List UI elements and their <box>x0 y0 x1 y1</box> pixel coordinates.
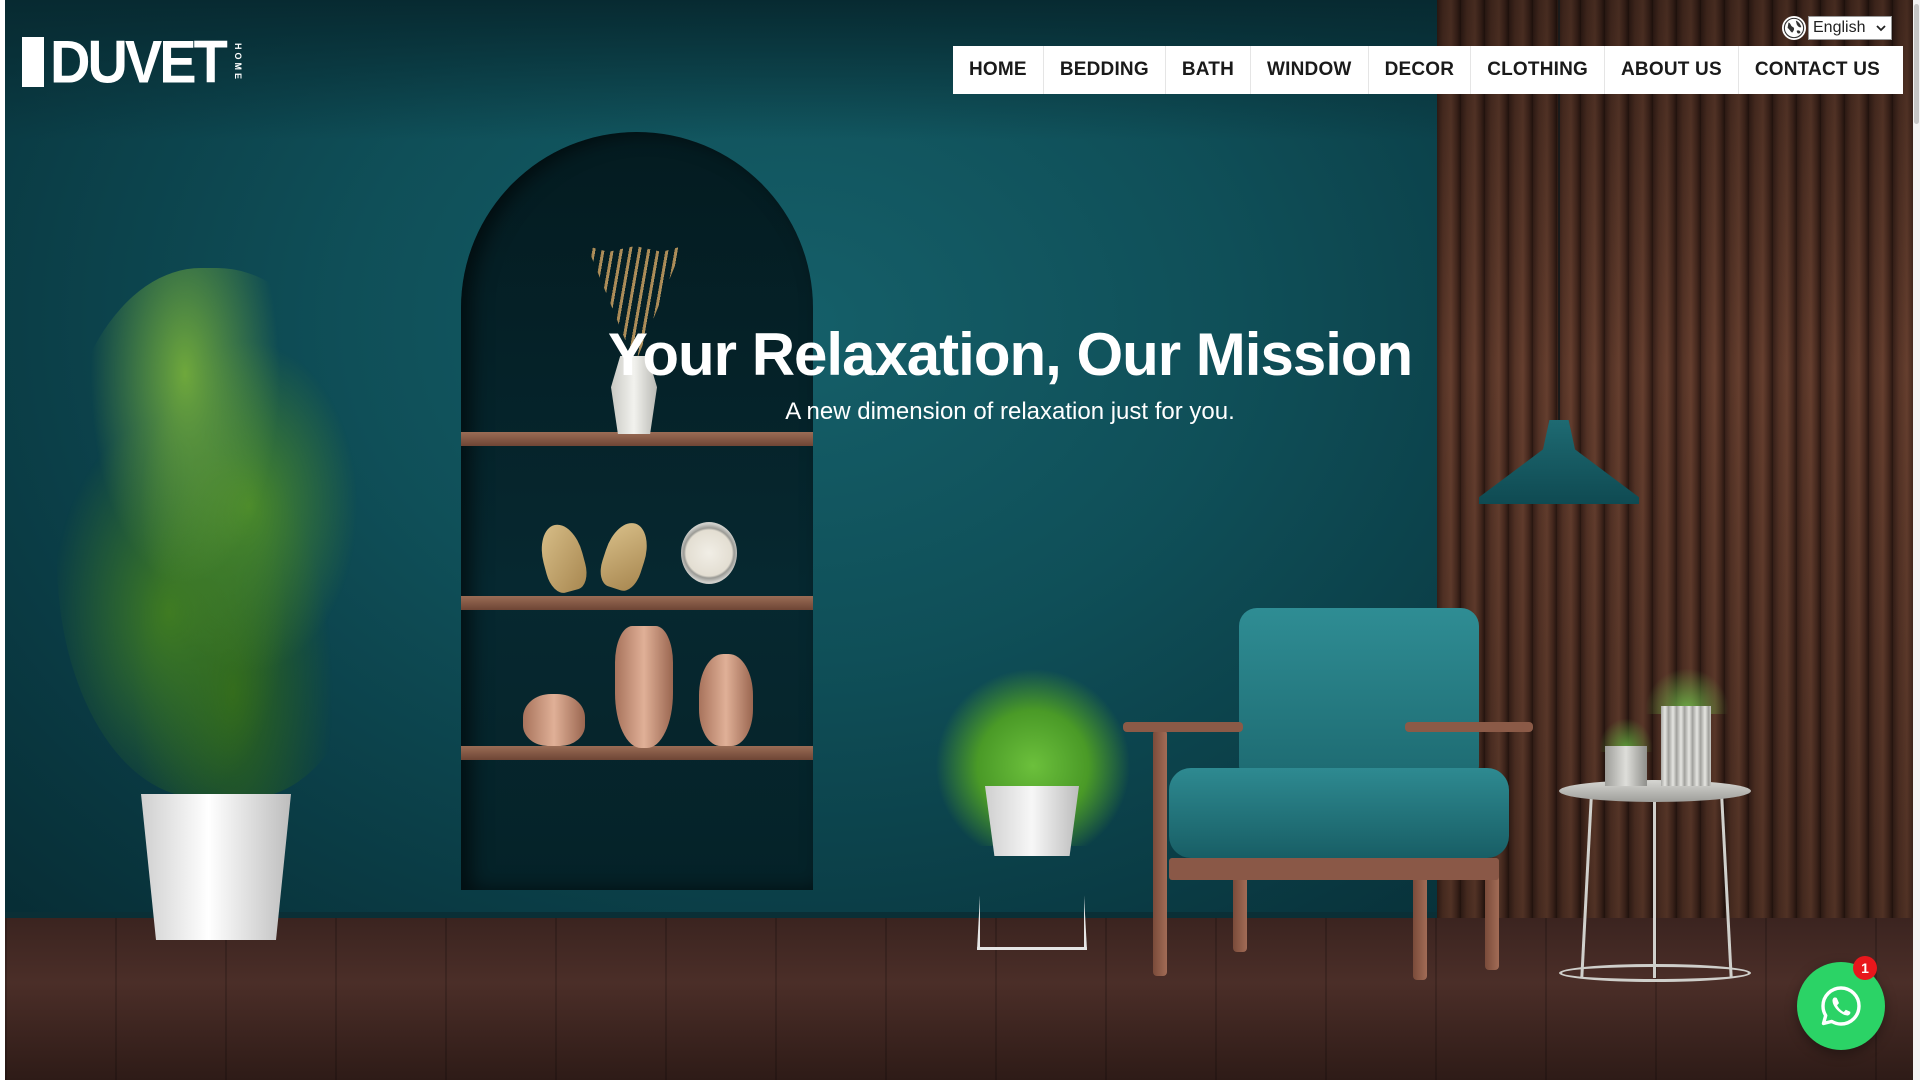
globe-icon <box>1782 16 1806 40</box>
logo-subtext: HOME <box>232 42 243 82</box>
hero-subheadline: A new dimension of relaxation just for y… <box>785 398 1235 425</box>
nav-bath[interactable]: BATH <box>1166 46 1251 94</box>
nav-window[interactable]: WINDOW <box>1251 46 1369 94</box>
whatsapp-icon <box>1821 986 1861 1026</box>
succulent-pot <box>1605 746 1647 786</box>
site-logo[interactable]: DUVET HOME <box>22 27 243 96</box>
nav-bedding[interactable]: BEDDING <box>1044 46 1166 94</box>
nav-contact-us[interactable]: CONTACT US <box>1739 46 1896 94</box>
niche-shelf <box>461 596 813 610</box>
fern-planter <box>985 786 1079 856</box>
nav-clothing[interactable]: CLOTHING <box>1471 46 1606 94</box>
notification-badge: 1 <box>1853 956 1877 980</box>
armchair-backrest <box>1239 608 1479 772</box>
clay-pot <box>523 694 585 746</box>
nav-home[interactable]: HOME <box>953 46 1044 94</box>
niche-shelf <box>461 432 813 446</box>
wooden-floor <box>5 918 1913 1080</box>
side-table <box>1559 780 1751 802</box>
page-scrollbar[interactable] <box>1913 0 1920 1080</box>
succulent-pot <box>1661 706 1711 786</box>
chevron-down-icon <box>1876 25 1886 32</box>
nav-decor[interactable]: DECOR <box>1369 46 1472 94</box>
armchair-seat <box>1169 768 1509 858</box>
hero-banner <box>5 0 1913 1080</box>
alarm-clock <box>681 522 737 584</box>
armchair-arm <box>1123 722 1243 732</box>
logo-wordmark: DUVET <box>50 27 228 96</box>
language-dropdown[interactable]: English <box>1808 16 1892 40</box>
white-planter <box>141 794 291 940</box>
language-selected: English <box>1813 19 1866 36</box>
armchair-arm <box>1405 722 1533 732</box>
niche-shelf <box>461 746 813 760</box>
hero-headline: Your Relaxation, Our Mission <box>607 321 1413 388</box>
scrollbar-thumb[interactable] <box>1914 4 1919 124</box>
main-navigation: HOME BEDDING BATH WINDOW DECOR CLOTHING … <box>953 46 1903 94</box>
language-selector: English <box>1782 16 1892 40</box>
arched-wall-niche <box>461 132 813 890</box>
plant-stand <box>977 850 1087 950</box>
nav-about-us[interactable]: ABOUT US <box>1605 46 1739 94</box>
clay-pot <box>699 654 753 746</box>
clay-vase <box>615 626 673 748</box>
